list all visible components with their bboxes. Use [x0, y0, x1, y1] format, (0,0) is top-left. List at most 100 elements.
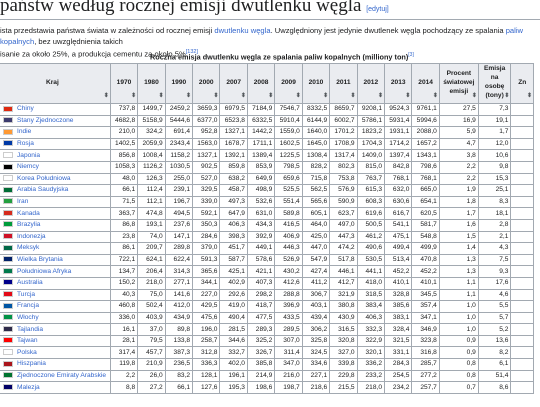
country-link[interactable]: Arabia Saudyjska	[17, 186, 68, 193]
column-header-label: 1970	[116, 78, 132, 86]
value-cell: 7184,9	[246, 103, 276, 116]
sort-icon[interactable]: ⬍	[131, 92, 136, 101]
value-cell: 902,5	[192, 160, 221, 174]
country-link[interactable]: Indonezja	[17, 233, 46, 240]
sort-icon[interactable]: ⬍	[268, 92, 273, 101]
value-cell: 6,1	[477, 358, 512, 371]
column-header-12[interactable]: 2014 ⬍	[411, 63, 440, 104]
column-header-13[interactable]: Procent światowej emisji ⬍	[438, 63, 479, 104]
column-header-5[interactable]: 2007 ⬍	[219, 63, 248, 104]
table-row: Turcja 40,3 75,0 141,6 227,0 292,6 298,2 288,8 3…	[0, 288, 534, 302]
column-header-1[interactable]: 1970 ⬍	[109, 63, 139, 104]
flag-icon	[3, 175, 13, 182]
sort-icon[interactable]: ⬍	[378, 92, 383, 101]
country-link[interactable]: Francja	[17, 302, 39, 309]
column-header-14[interactable]: Emisja na osobę (tony) ⬍	[477, 63, 512, 104]
edit-section-link[interactable]: [edytuj]	[366, 6, 389, 13]
country-link[interactable]: Korea Południowa	[17, 175, 71, 182]
country-link[interactable]: Malezja	[17, 384, 40, 391]
sort-icon[interactable]: ⬍	[213, 92, 218, 101]
link-dwutlenek-wegla[interactable]: dwutlenku węgla	[214, 26, 270, 35]
value-cell: 402,0	[219, 358, 248, 371]
sort-icon[interactable]: ⬍	[241, 92, 246, 101]
country-link[interactable]: Indie	[17, 128, 31, 135]
sort-icon[interactable]: ⬍	[159, 92, 164, 101]
flag-icon	[3, 151, 13, 158]
country-link[interactable]: Polska	[17, 349, 37, 356]
country-link[interactable]: Australia	[17, 279, 43, 286]
country-link[interactable]: Kanada	[17, 210, 40, 217]
country-link[interactable]: Wielka Brytania	[17, 256, 63, 263]
country-link[interactable]: Chiny	[17, 105, 34, 112]
value-cell: 344,1	[192, 276, 221, 290]
column-header-label: 2011	[336, 78, 351, 86]
column-header-10[interactable]: 2012 ⬍	[356, 63, 386, 104]
country-link[interactable]: Japonia	[17, 152, 40, 159]
value-cell: 9208,1	[356, 103, 386, 116]
caption-reference-link[interactable]: [3]	[408, 52, 414, 58]
value-cell: 1,9	[438, 184, 479, 197]
sort-icon[interactable]: ⬍	[527, 92, 532, 101]
column-header-6[interactable]: 2008 ⬍	[246, 63, 276, 104]
column-header-4[interactable]: 2000 ⬍	[192, 63, 221, 104]
column-header-11[interactable]: 2013 ⬍	[383, 63, 413, 104]
intro-text-1: ista przedstawia państwa świata w zależn…	[0, 26, 215, 35]
country-link[interactable]: Włochy	[17, 314, 39, 321]
column-header-8[interactable]: 2010 ⬍	[301, 63, 331, 104]
column-header-7[interactable]: 2009 ⬍	[274, 63, 303, 104]
value-cell: 461,2	[356, 230, 386, 244]
sort-icon[interactable]: ⬍	[104, 92, 109, 101]
value-cell: 236,5	[164, 358, 194, 371]
value-cell: 477,5	[246, 311, 276, 325]
country-link[interactable]: Południowa Afryka	[17, 268, 71, 275]
value-cell: 210,0	[109, 126, 139, 139]
value-cell: 19,1	[477, 114, 512, 128]
sort-icon[interactable]: ⬍	[296, 92, 301, 101]
sort-icon[interactable]: ⬍	[433, 92, 438, 101]
country-link[interactable]: Meksyk	[17, 244, 39, 251]
country-link[interactable]: Niemcy	[17, 163, 39, 170]
column-header-2[interactable]: 1980 ⬍	[137, 63, 166, 104]
table-row: Kanada 363,7 474,8 494,5 592,1 647,9 631,0 589,…	[0, 207, 534, 220]
sort-icon[interactable]: ⬍	[351, 92, 356, 101]
value-cell: 239,1	[164, 184, 194, 197]
value-cell	[510, 195, 534, 209]
country-cell: Polska	[0, 346, 111, 360]
table-row: Francja 460,8 502,4 412,0 429,5 419,0 418,7 396…	[0, 300, 534, 313]
value-cell: 112,4	[137, 184, 166, 197]
column-header-0[interactable]: Kraj ⬍	[0, 63, 111, 104]
country-link[interactable]: Brazylia	[17, 221, 40, 228]
value-cell: 4682,8	[109, 114, 139, 128]
country-link[interactable]: Tajwan	[17, 337, 38, 344]
table-row: Polska 317,4 457,7 387,3 312,8 332,7 326,7 311,…	[0, 346, 534, 360]
intro-text-2: . Uwzględniony jest jedynie dwutlenek wę…	[270, 26, 506, 35]
value-cell: 209,7	[137, 242, 166, 255]
column-header-3[interactable]: 1990 ⬍	[164, 63, 194, 104]
value-cell: 331,1	[383, 346, 413, 360]
value-cell: 196,0	[192, 323, 221, 336]
sort-icon[interactable]: ⬍	[186, 92, 191, 101]
value-cell: 387,3	[164, 346, 194, 360]
value-cell	[510, 184, 534, 197]
country-link[interactable]: Hiszpania	[17, 360, 46, 367]
sort-icon[interactable]: ⬍	[323, 92, 328, 101]
sort-icon[interactable]: ⬍	[405, 92, 410, 101]
table-row: Arabia Saudyjska 66,1 112,4 239,1 329,5 458,7…	[0, 184, 534, 197]
country-cell: Zjednoczone Emiraty Arabskie	[0, 369, 111, 383]
country-cell: Tajwan	[0, 334, 111, 348]
country-link[interactable]: Zjednoczone Emiraty Arabskie	[17, 372, 106, 379]
sort-icon[interactable]: ⬍	[472, 92, 477, 101]
value-cell: 630,6	[383, 195, 413, 209]
value-cell: 565,6	[301, 195, 331, 209]
column-header-9[interactable]: 2011 ⬍	[329, 63, 358, 104]
country-link[interactable]: Stany Zjednoczone	[17, 117, 73, 124]
value-cell: 624,1	[137, 253, 166, 267]
country-link[interactable]: Rosja	[17, 140, 34, 147]
value-cell: 8,8	[109, 381, 139, 394]
country-link[interactable]: Iran	[17, 198, 28, 205]
sort-icon[interactable]: ⬍	[504, 92, 509, 101]
heading-rule	[0, 19, 540, 20]
country-link[interactable]: Tajlandia	[17, 326, 43, 333]
country-link[interactable]: Turcja	[17, 291, 35, 298]
column-header-15[interactable]: Zn ⬍	[510, 63, 534, 104]
